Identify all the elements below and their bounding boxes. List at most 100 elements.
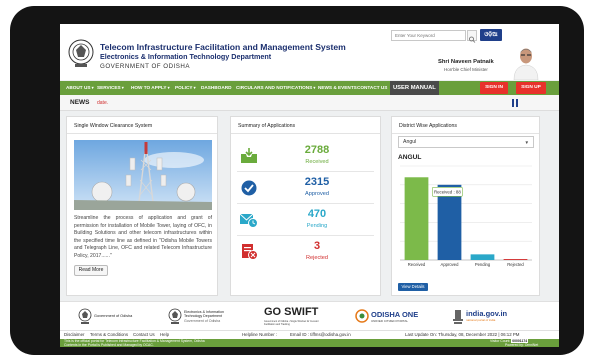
nav-services[interactable]: SERVICES (97, 81, 124, 95)
ashoka-emblem-icon (453, 310, 463, 324)
footer-powered-by: Powered by: OmniNet (505, 343, 539, 347)
footer-bottom-bar: This is the official portal for Telecom … (60, 339, 559, 347)
goswift-logo-text: GO SWIFT (264, 306, 319, 318)
pending-label: Pending (306, 223, 328, 229)
odisha-emblem-icon (78, 308, 92, 324)
footer-terms-link[interactable]: Terms & Conditions (90, 332, 128, 337)
rejected-count: 3 (313, 240, 321, 252)
goswift-logo-subtitle: Government of Odisha • Single Window for… (264, 320, 319, 326)
pending-count: 470 (307, 208, 327, 220)
district-selected-value: Angul (403, 139, 417, 145)
chart-tick-label: Received (408, 262, 426, 267)
news-label: NEWS (70, 99, 90, 106)
chief-minister-title: Hon'ble Chief Minister (444, 67, 488, 72)
chart-tick-label: Rejected (507, 262, 524, 267)
received-label: Received (305, 159, 329, 165)
view-details-button[interactable]: View Details (398, 283, 428, 291)
news-text[interactable]: date. (97, 100, 108, 106)
footer-email[interactable]: Email ID : tiffms@odisha.gov.in (290, 332, 351, 337)
received-count: 2788 (304, 144, 330, 156)
eit-logo-line: Government of Odisha (184, 318, 221, 323)
search-icon[interactable] (467, 30, 477, 43)
divider (67, 133, 217, 134)
summary-rejected[interactable]: 3 Rejected (231, 236, 380, 268)
nav-user-manual[interactable]: USER MANUAL (390, 81, 439, 95)
eit-logo-text: Electronics & Information Technology Dep… (184, 310, 224, 323)
odisha-one-logo[interactable]: ODISHA ONE UNIFIED CITIZEN PORTAL (355, 305, 427, 329)
search-input[interactable] (391, 30, 466, 41)
chart-tick-label: Approved (441, 262, 460, 267)
nav-about-us[interactable]: ABOUT US (66, 81, 94, 95)
rejected-document-icon (242, 244, 258, 260)
inbox-arrow-icon (241, 148, 257, 163)
odisha-logo-text: Government of Odisha (94, 314, 133, 318)
odisha-one-logo-subtitle: UNIFIED CITIZEN PORTAL (371, 319, 409, 323)
footer-helpline: Helpline Number : (242, 332, 278, 337)
india-gov-logo-text: india.gov.in (466, 309, 508, 318)
footer-last-update: Last Update On: Thursday, 08, December 2… (405, 332, 520, 337)
eit-dept-logo[interactable]: Electronics & Information Technology Dep… (168, 305, 238, 329)
signin-button[interactable]: SIGN IN (480, 82, 508, 94)
footer-disclaimer-link[interactable]: Disclaimer (64, 332, 85, 337)
divider (392, 133, 539, 134)
site-header: Telecom Infrastructure Facilitation and … (60, 24, 559, 80)
language-button[interactable]: ଓଡ଼ିଆ (480, 29, 502, 41)
news-ticker: NEWS date. (60, 95, 559, 111)
approved-label: Approved (305, 191, 329, 197)
read-more-button[interactable]: Read More (74, 265, 108, 276)
india-gov-logo-subtitle: national portal of india (466, 318, 496, 322)
org-department: Electronics & Information Technology Dep… (100, 52, 272, 61)
rejected-label: Rejected (305, 255, 329, 261)
chart-bar[interactable] (470, 254, 495, 260)
chart-tooltip-text: Received : 88 (434, 189, 461, 194)
footer-links-bar: Disclaimer Terms & Conditions Contact Us… (60, 330, 559, 339)
summary-pending[interactable]: 470 Pending (231, 204, 380, 236)
nav-dashboard[interactable]: DASHBOARD (201, 81, 231, 95)
approved-count: 2315 (304, 176, 330, 188)
odisha-govt-logo[interactable]: Government of Odisha (78, 305, 142, 329)
summary-title: Summary of Applications (238, 123, 296, 129)
single-window-panel: Single Window Clearance System Streamlin… (66, 116, 218, 296)
nav-news-events[interactable]: NEWS & EVENTS (318, 81, 357, 95)
nav-contact-us[interactable]: CONTACT US (357, 81, 387, 95)
telecom-tower-image (74, 140, 212, 210)
district-select[interactable]: Angul ▼ (398, 136, 534, 148)
district-panel: District Wise Applications Angul ▼ ANGUL… (391, 116, 540, 296)
chart-bar[interactable] (404, 177, 429, 260)
swc-description: Streamline the process of application an… (74, 215, 212, 259)
odisha-emblem-icon (68, 39, 94, 67)
footer-help-link[interactable]: Help (160, 332, 169, 337)
nav-circulars[interactable]: CIRCULARS AND NOTIFICATIONS (236, 81, 315, 95)
partner-logos-strip: Government of Odisha Electronics & Infor… (60, 301, 559, 330)
swc-title: Single Window Clearance System (74, 123, 153, 129)
summary-approved[interactable]: 2315 Approved (231, 172, 380, 204)
org-government: GOVERNMENT OF ODISHA (100, 63, 190, 70)
chart-bar[interactable] (503, 259, 528, 260)
footer-managed-line: Contents in the Portal is Published and … (64, 343, 154, 347)
divider (231, 133, 380, 134)
odisha-emblem-icon (168, 308, 182, 324)
goswift-logo[interactable]: GO SWIFT Government of Odisha • Single W… (262, 305, 330, 329)
screen: Telecom Infrastructure Facilitation and … (60, 24, 559, 347)
odisha-one-icon (355, 309, 369, 323)
pause-icon[interactable] (510, 98, 520, 108)
summary-panel: Summary of Applications 2788 Received 23… (230, 116, 381, 296)
district-title: District Wise Applications (399, 123, 457, 129)
footer-contact-link[interactable]: Contact Us (133, 332, 155, 337)
main-navbar: ABOUT US SERVICES HOW TO APPLY POLICY DA… (60, 81, 559, 95)
district-heading: ANGUL (398, 154, 422, 161)
chief-minister-photo (512, 44, 540, 80)
chief-minister-name: Shri Naveen Patnaik (438, 59, 494, 65)
district-bar-chart: Received Approved Pending Rejected Received … (400, 165, 532, 267)
pending-mail-icon (240, 213, 258, 228)
chevron-down-icon: ▼ (524, 140, 529, 145)
nav-policy[interactable]: POLICY (175, 81, 196, 95)
india-gov-logo[interactable]: india.gov.in national portal of india (452, 305, 524, 329)
org-title[interactable]: Telecom Infrastructure Facilitation and … (100, 42, 346, 52)
signup-button[interactable]: SIGN UP (516, 82, 546, 94)
odisha-one-logo-text: ODISHA ONE (371, 310, 419, 319)
chart-tick-label: Pending (475, 262, 491, 267)
nav-how-to-apply[interactable]: HOW TO APPLY (131, 81, 170, 95)
check-badge-icon (241, 180, 257, 196)
summary-received[interactable]: 2788 Received (231, 140, 380, 172)
